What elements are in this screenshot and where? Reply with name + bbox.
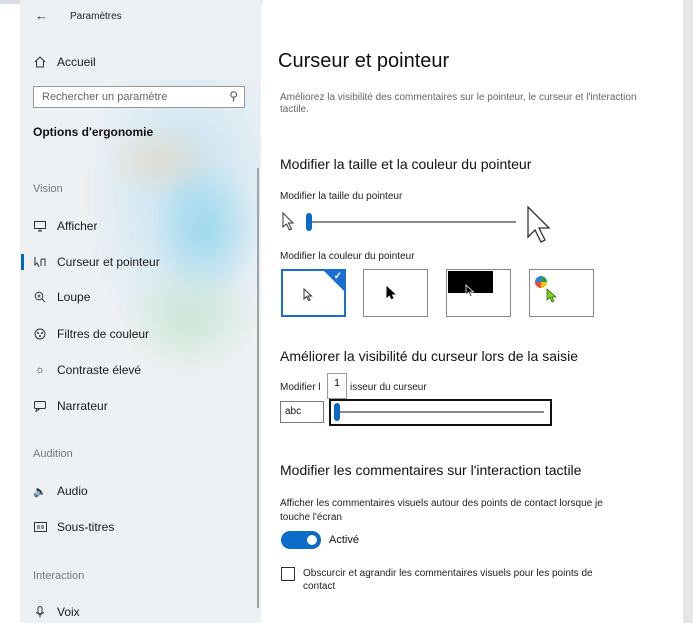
speaker-icon: 🔈 xyxy=(33,485,47,498)
window-edge xyxy=(683,0,693,623)
narrator-icon xyxy=(33,400,47,412)
sidebar-item-audio[interactable]: 🔈 Audio xyxy=(33,484,88,498)
group-title-vision: Vision xyxy=(33,183,63,195)
group-title-interaction: Interaction xyxy=(33,570,85,582)
checkmark-icon: ✓ xyxy=(333,271,342,282)
color-wheel-icon xyxy=(535,276,547,288)
acrylic-blur xyxy=(120,260,260,380)
sidebar-item-label: Sous-titres xyxy=(57,520,115,534)
sidebar-item-voix[interactable]: Voix xyxy=(33,605,80,619)
small-pointer-icon xyxy=(282,211,296,237)
pointer-size-slider-thumb[interactable] xyxy=(306,213,312,231)
active-indicator xyxy=(21,254,24,270)
cursor-pointer-icon xyxy=(33,256,47,268)
page-title: Curseur et pointeur xyxy=(278,50,450,72)
pointer-color-label: Modifier la couleur du pointeur xyxy=(280,251,415,262)
pointer-color-inverted-option[interactable] xyxy=(446,269,511,317)
cursor-section-heading: Améliorer la visibilité du curseur lors … xyxy=(280,348,579,364)
sidebar-item-label: Afficher xyxy=(57,219,98,233)
cursor-thickness-track[interactable] xyxy=(338,411,544,413)
search-icon[interactable]: ⚲ xyxy=(229,89,238,103)
darken-feedback-label: Obscurcir et agrandir les commentaires v… xyxy=(303,568,593,592)
green-pointer-icon xyxy=(546,288,558,303)
touch-feedback-toggle[interactable] xyxy=(281,531,321,549)
darken-feedback-checkbox[interactable] xyxy=(281,567,295,581)
pointer-size-track[interactable] xyxy=(310,221,516,223)
home-icon xyxy=(33,56,47,68)
black-pointer-icon xyxy=(386,286,396,300)
inverted-pointer-icon xyxy=(465,284,475,297)
captions-icon xyxy=(33,522,47,532)
cursor-thickness-slider-thumb[interactable] xyxy=(334,403,340,421)
sidebar-item-label: Loupe xyxy=(57,290,91,304)
white-pointer-icon xyxy=(303,288,313,302)
pointer-section-heading: Modifier la taille et la couleur du poin… xyxy=(280,156,532,172)
magnifier-icon xyxy=(33,291,47,303)
search-input[interactable]: Rechercher un paramètre ⚲ xyxy=(33,86,245,108)
sidebar-item-soustitres[interactable]: Sous-titres xyxy=(33,520,114,534)
sidebar-item-curseur[interactable]: Curseur et pointeur xyxy=(33,255,160,269)
toggle-state-label: Activé xyxy=(329,534,359,546)
page-description: Améliorez la visibilité des commentaires… xyxy=(280,92,637,115)
section-title: Options d'ergonomie xyxy=(33,125,154,139)
sidebar-item-filtres[interactable]: Filtres de couleur xyxy=(33,327,149,341)
sidebar-item-label: Filtres de couleur xyxy=(57,327,150,341)
sidebar-item-narrateur[interactable]: Narrateur xyxy=(33,399,108,413)
pointer-color-black-option[interactable] xyxy=(363,269,428,317)
sidebar-item-label: Curseur et pointeur xyxy=(57,255,160,269)
pointer-size-label: Modifier la taille du pointeur xyxy=(280,191,403,202)
sidebar-item-home[interactable]: Accueil xyxy=(33,55,96,69)
group-title-audition: Audition xyxy=(33,448,73,460)
color-filter-icon xyxy=(33,328,47,340)
sidebar-scrollbar[interactable] xyxy=(257,168,259,608)
cursor-thickness-label-right: isseur du curseur xyxy=(350,382,427,393)
settings-window: ← Paramètres Accueil Rechercher un param… xyxy=(0,0,693,623)
search-placeholder: Rechercher un paramètre xyxy=(42,91,168,103)
slider-value-tooltip: 1 xyxy=(327,373,347,399)
sidebar-item-label: Audio xyxy=(57,484,88,498)
pointer-color-white-option[interactable]: ✓ xyxy=(281,269,346,317)
pointer-color-custom-option[interactable] xyxy=(529,269,594,317)
sidebar-item-loupe[interactable]: Loupe xyxy=(33,290,90,304)
sidebar-item-label: Contraste élevé xyxy=(57,363,142,377)
sidebar-item-afficher[interactable]: Afficher xyxy=(33,219,97,233)
sidebar-item-label: Narrateur xyxy=(57,399,108,413)
touch-feedback-label: Afficher les commentaires visuels autour… xyxy=(280,498,603,523)
arrow-left-icon[interactable]: ← xyxy=(35,8,48,23)
cursor-preview-box: abc xyxy=(280,401,324,423)
brightness-icon: ☼ xyxy=(34,364,46,376)
large-pointer-icon xyxy=(526,205,554,250)
sidebar-item-contraste[interactable]: ☼ Contraste élevé xyxy=(33,363,141,377)
microphone-icon xyxy=(33,606,47,618)
sidebar-item-label: Voix xyxy=(57,605,80,619)
toggle-knob xyxy=(307,535,317,545)
window-title: Paramètres xyxy=(70,11,122,22)
sidebar-item-label: Accueil xyxy=(57,55,96,69)
touch-section-heading: Modifier les commentaires sur l'interact… xyxy=(280,462,582,478)
monitor-icon xyxy=(33,220,47,232)
cursor-thickness-label-left: Modifier l xyxy=(280,382,321,393)
